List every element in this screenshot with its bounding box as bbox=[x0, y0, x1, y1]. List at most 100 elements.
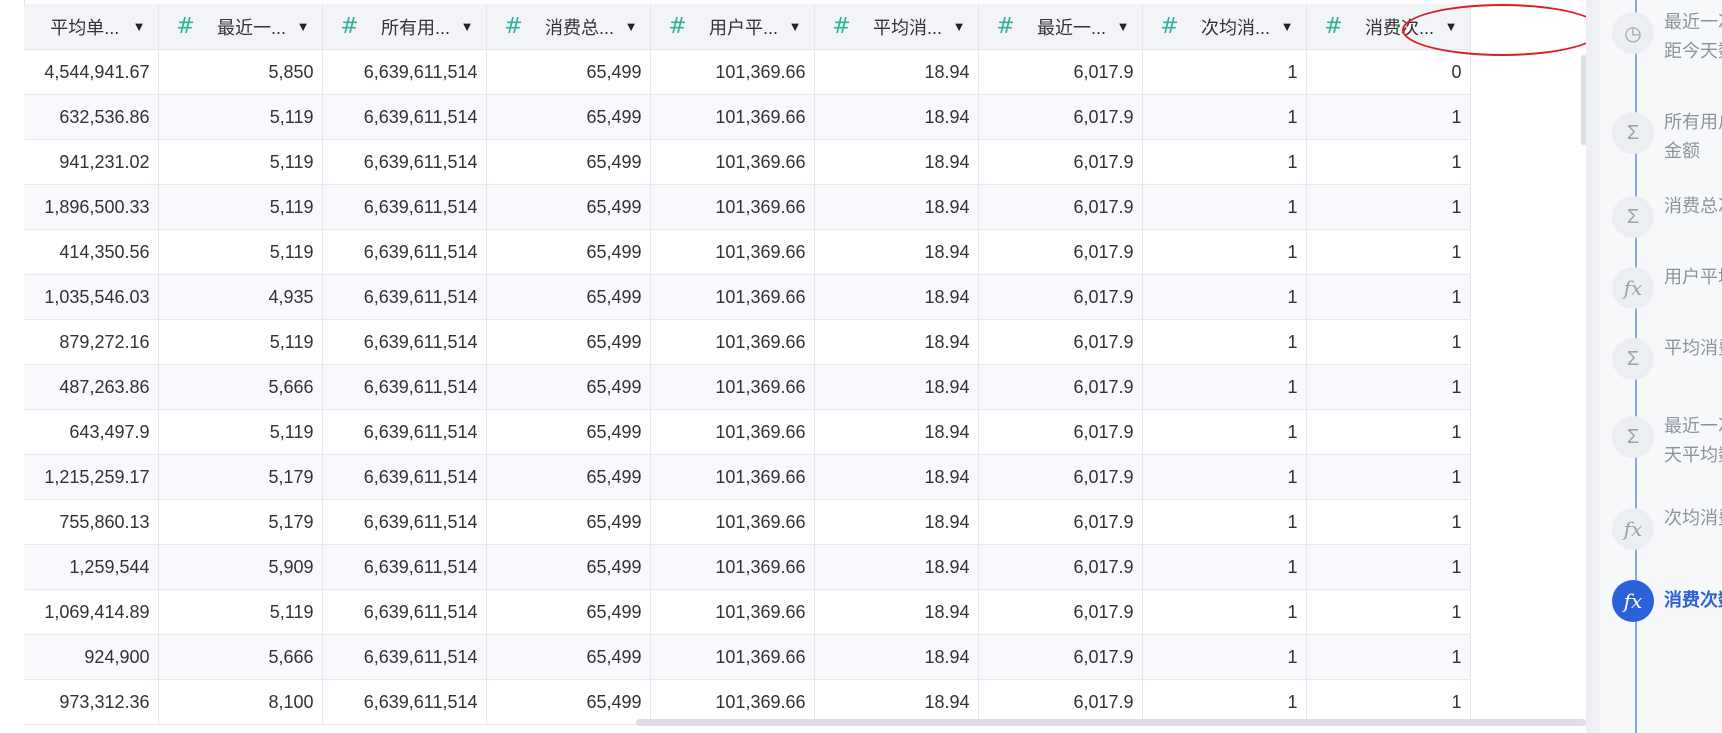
table-cell: 101,369.66 bbox=[650, 544, 815, 590]
table-cell: 6,017.9 bbox=[978, 274, 1143, 320]
table-row[interactable]: 487,263.86 5,666 6,639,611,514 65,499 101,36… bbox=[24, 364, 1471, 410]
column-header[interactable]: # 消费总... ▼ bbox=[486, 4, 651, 50]
table-cell: 5,119 bbox=[158, 409, 323, 455]
table-cell: 4,544,941.67 bbox=[24, 49, 159, 95]
dropdown-caret-icon[interactable]: ▼ bbox=[461, 19, 474, 34]
table-cell: 6,017.9 bbox=[978, 544, 1143, 590]
table-cell: 1 bbox=[1142, 139, 1307, 185]
table-cell: 6,639,611,514 bbox=[322, 364, 487, 410]
table-cell: 6,639,611,514 bbox=[322, 94, 487, 140]
field-item[interactable]: Σ 消费总次 bbox=[1612, 196, 1722, 238]
column-header[interactable]: # 消费次... ▼ bbox=[1306, 4, 1471, 50]
left-edge bbox=[0, 0, 25, 733]
field-item[interactable]: fx 次均消费 bbox=[1612, 508, 1722, 550]
table-cell: 1 bbox=[1306, 184, 1471, 230]
dropdown-caret-icon[interactable]: ▼ bbox=[953, 19, 966, 34]
table-row[interactable]: 755,860.13 5,179 6,639,611,514 65,499 101,36… bbox=[24, 499, 1471, 545]
table-cell: 1 bbox=[1142, 454, 1307, 500]
field-item[interactable]: Σ 所有用户金额 bbox=[1612, 112, 1722, 166]
table-cell: 65,499 bbox=[486, 319, 651, 365]
table-cell: 18.94 bbox=[814, 454, 979, 500]
dropdown-caret-icon[interactable]: ▼ bbox=[1117, 19, 1130, 34]
table-cell: 1 bbox=[1142, 364, 1307, 410]
table-cell: 101,369.66 bbox=[650, 499, 815, 545]
table-cell: 101,369.66 bbox=[650, 274, 815, 320]
table-row[interactable]: 1,035,546.03 4,935 6,639,611,514 65,499 101,… bbox=[24, 274, 1471, 320]
number-type-icon: # bbox=[832, 14, 851, 39]
field-item[interactable]: ◷ 最近一次距今天数 bbox=[1612, 12, 1722, 66]
number-type-icon: # bbox=[176, 14, 195, 39]
table-cell: 4,935 bbox=[158, 274, 323, 320]
table-cell: 5,850 bbox=[158, 49, 323, 95]
fx-icon: fx bbox=[1612, 267, 1654, 309]
table-row[interactable]: 973,312.36 8,100 6,639,611,514 65,499 101,36… bbox=[24, 679, 1471, 725]
column-header-label: 消费总... bbox=[545, 17, 615, 38]
column-header[interactable]: # 最近一... ▼ bbox=[978, 4, 1143, 50]
field-item-label-line: 消费总次 bbox=[1664, 196, 1722, 216]
table-cell: 1,896,500.33 bbox=[24, 184, 159, 230]
table-cell: 5,119 bbox=[158, 229, 323, 275]
table-cell: 6,017.9 bbox=[978, 679, 1143, 725]
column-header-label: 平均消... bbox=[873, 17, 943, 38]
field-item-label-line: 用户平均 bbox=[1664, 267, 1722, 287]
table-row[interactable]: 1,215,259.17 5,179 6,639,611,514 65,499 101,… bbox=[24, 454, 1471, 500]
table-cell: 6,639,611,514 bbox=[322, 679, 487, 725]
dropdown-caret-icon[interactable]: ▼ bbox=[1445, 19, 1458, 34]
panel-divider[interactable] bbox=[1586, 0, 1600, 733]
table-row[interactable]: 1,069,414.89 5,119 6,639,611,514 65,499 101,… bbox=[24, 589, 1471, 635]
field-item[interactable]: fx 用户平均 bbox=[1612, 267, 1722, 309]
table-row[interactable]: 879,272.16 5,119 6,639,611,514 65,499 101,36… bbox=[24, 319, 1471, 365]
table-cell: 1 bbox=[1142, 94, 1307, 140]
table-row[interactable]: 632,536.86 5,119 6,639,611,514 65,499 101,36… bbox=[24, 94, 1471, 140]
fx-icon: fx bbox=[1612, 508, 1654, 550]
dropdown-caret-icon[interactable]: ▼ bbox=[625, 19, 638, 34]
table-cell: 1 bbox=[1306, 319, 1471, 365]
table-cell: 8,100 bbox=[158, 679, 323, 725]
table-row[interactable]: 924,900 5,666 6,639,611,514 65,499 101,369.6… bbox=[24, 634, 1471, 680]
table-cell: 18.94 bbox=[814, 274, 979, 320]
column-header[interactable]: # 用户平... ▼ bbox=[650, 4, 815, 50]
column-header[interactable]: # 最近一... ▼ bbox=[158, 4, 323, 50]
table-cell: 101,369.66 bbox=[650, 94, 815, 140]
table-cell: 1 bbox=[1142, 409, 1307, 455]
table-cell: 18.94 bbox=[814, 319, 979, 365]
column-header-label: 最近一... bbox=[217, 17, 287, 38]
table-cell: 6,639,611,514 bbox=[322, 49, 487, 95]
table-cell: 1 bbox=[1142, 184, 1307, 230]
dropdown-caret-icon[interactable]: ▼ bbox=[1281, 19, 1294, 34]
field-item[interactable]: Σ 最近一次天平均数 bbox=[1612, 416, 1722, 470]
field-item-label-line: 最近一次 bbox=[1664, 416, 1722, 436]
column-header[interactable]: #平均单...▼ bbox=[24, 4, 159, 50]
field-item-label: 最近一次天平均数 bbox=[1664, 412, 1722, 470]
horizontal-scrollbar[interactable] bbox=[636, 719, 1586, 726]
table-row[interactable]: 1,896,500.33 5,119 6,639,611,514 65,499 101,… bbox=[24, 184, 1471, 230]
dropdown-caret-icon[interactable]: ▼ bbox=[133, 19, 146, 34]
table-row[interactable]: 414,350.56 5,119 6,639,611,514 65,499 101,36… bbox=[24, 229, 1471, 275]
dropdown-caret-icon[interactable]: ▼ bbox=[789, 19, 802, 34]
table-cell: 1 bbox=[1142, 319, 1307, 365]
number-type-icon: # bbox=[1160, 14, 1179, 39]
field-item-label: 次均消费 bbox=[1664, 504, 1722, 533]
table-cell: 6,639,611,514 bbox=[322, 454, 487, 500]
table-cell: 65,499 bbox=[486, 589, 651, 635]
table-cell: 18.94 bbox=[814, 679, 979, 725]
table-row[interactable]: 643,497.9 5,119 6,639,611,514 65,499 101,369… bbox=[24, 409, 1471, 455]
table-row[interactable]: 4,544,941.67 5,850 6,639,611,514 65,499 101,… bbox=[24, 49, 1471, 95]
table-cell: 101,369.66 bbox=[650, 589, 815, 635]
column-header[interactable]: # 平均消... ▼ bbox=[814, 4, 979, 50]
table-cell: 18.94 bbox=[814, 409, 979, 455]
field-item[interactable]: Σ 平均消费 bbox=[1612, 338, 1722, 380]
table-cell: 101,369.66 bbox=[650, 229, 815, 275]
dropdown-caret-icon[interactable]: ▼ bbox=[297, 19, 310, 34]
field-item[interactable]: fx 消费次数 bbox=[1612, 580, 1722, 622]
field-item-label-line: 金额 bbox=[1664, 141, 1700, 161]
field-item-label-line: 最近一次 bbox=[1664, 12, 1722, 32]
column-header[interactable]: # 所有用... ▼ bbox=[322, 4, 487, 50]
column-header[interactable]: # 次均消... ▼ bbox=[1142, 4, 1307, 50]
table-cell: 6,639,611,514 bbox=[322, 544, 487, 590]
table-cell: 5,666 bbox=[158, 364, 323, 410]
table-row[interactable]: 1,259,544 5,909 6,639,611,514 65,499 101,369… bbox=[24, 544, 1471, 590]
table-cell: 643,497.9 bbox=[24, 409, 159, 455]
table-cell: 101,369.66 bbox=[650, 454, 815, 500]
table-row[interactable]: 941,231.02 5,119 6,639,611,514 65,499 101,36… bbox=[24, 139, 1471, 185]
